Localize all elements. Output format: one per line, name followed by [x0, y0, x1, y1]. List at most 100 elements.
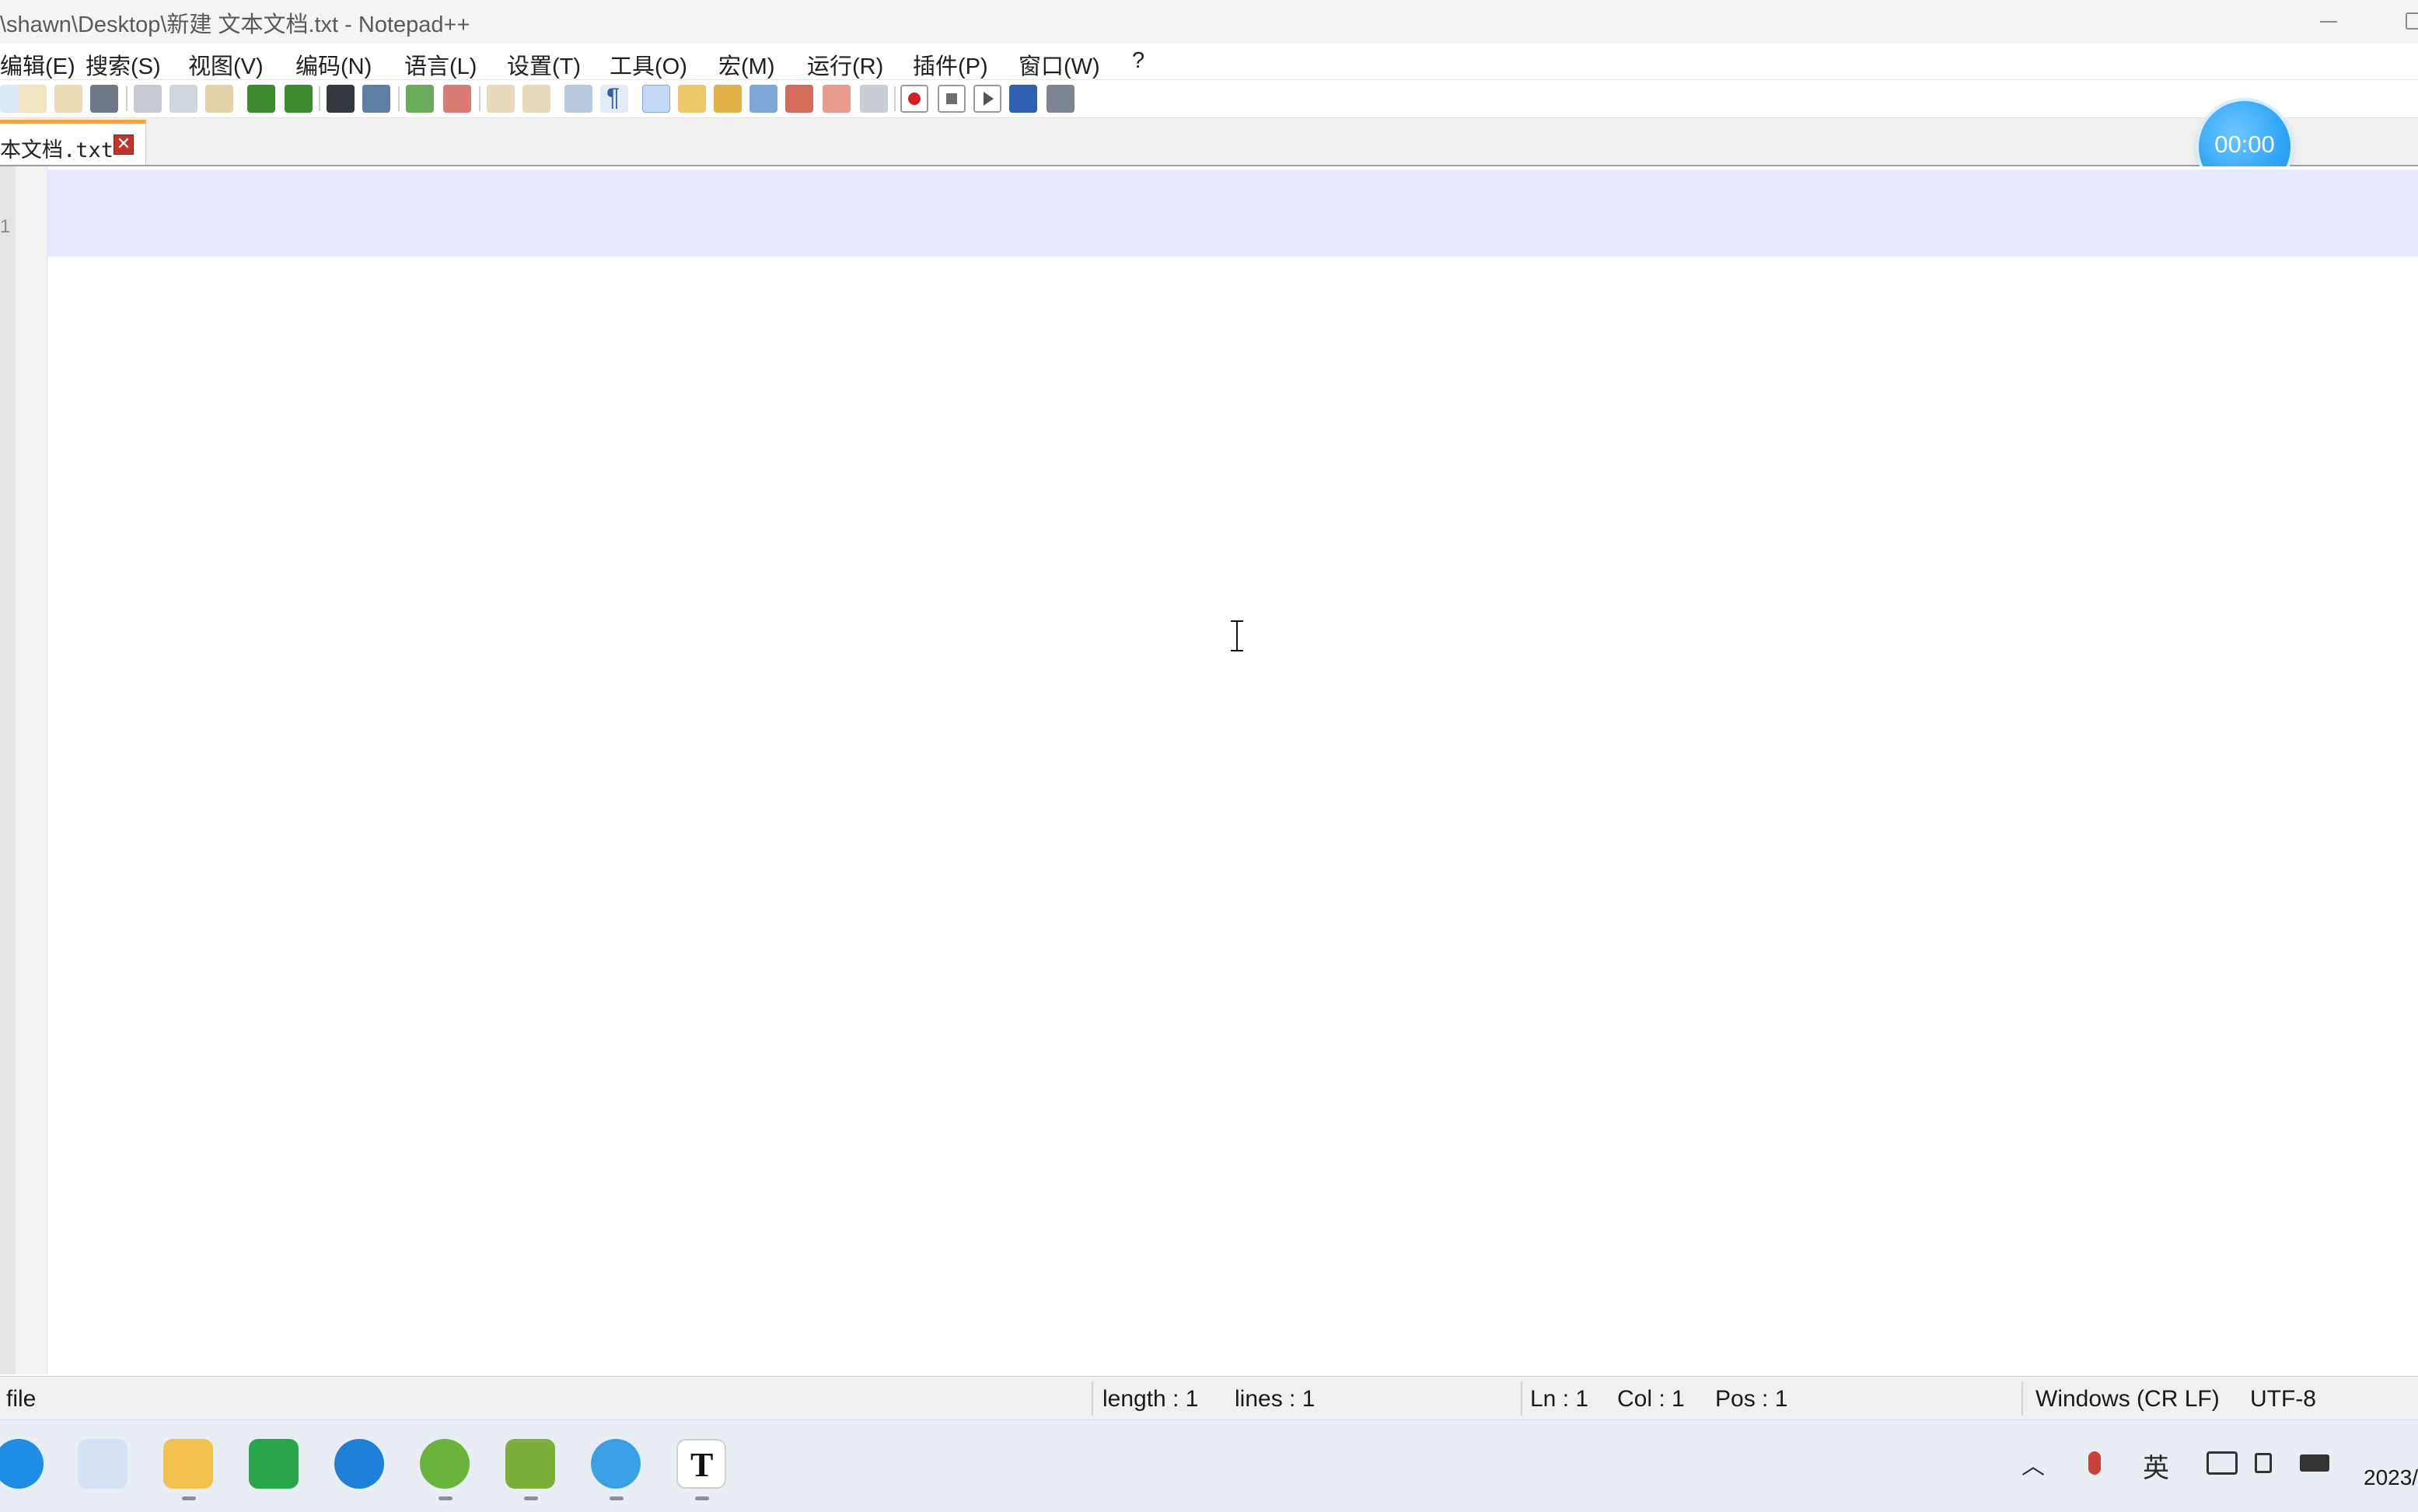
save-macro-icon[interactable]	[1047, 85, 1074, 113]
ime-indicator[interactable]: 英	[2143, 1447, 2169, 1485]
window-title: \shawn\Desktop\新建 文本文档.txt - Notepad++	[0, 12, 470, 37]
running-indicator	[610, 1496, 624, 1500]
status-separator	[2021, 1381, 2023, 1416]
show-all-chars-icon[interactable]: ¶	[600, 83, 628, 113]
toolbar-separator	[894, 86, 896, 111]
word-wrap-icon[interactable]	[564, 85, 592, 113]
copy-icon[interactable]	[169, 85, 197, 113]
minimize-icon[interactable]	[2294, 0, 2364, 44]
close-tab-icon[interactable]: ✕	[114, 134, 134, 155]
menu-language[interactable]: 语言(L)	[404, 48, 477, 81]
edge-browser-icon[interactable]	[334, 1439, 384, 1489]
status-separator	[1521, 1381, 1522, 1416]
status-bar: file length : 1 lines : 1 Ln : 1 Col : 1…	[0, 1376, 2418, 1420]
microphone-icon[interactable]	[2088, 1451, 2101, 1475]
tab-bar: 本文档.txt ✕	[0, 118, 2418, 166]
monitoring-folder-icon[interactable]	[823, 85, 851, 113]
line-number-gutter: 1	[0, 166, 16, 1374]
sync-horizontal-icon[interactable]	[522, 85, 550, 113]
running-indicator	[182, 1496, 196, 1500]
monitoring-icon[interactable]	[860, 85, 888, 113]
search-app-icon[interactable]	[0, 1439, 44, 1489]
menu-view[interactable]: 视图(V)	[188, 48, 264, 81]
battery-icon[interactable]	[2300, 1454, 2329, 1472]
volume-icon[interactable]	[2255, 1453, 2272, 1473]
toolbar-separator	[479, 86, 480, 111]
text-cursor-icon	[1228, 619, 1246, 653]
menu-settings[interactable]: 设置(T)	[507, 48, 581, 81]
doc-map-icon[interactable]	[714, 85, 742, 113]
zoom-out-icon[interactable]	[443, 85, 471, 113]
toolbar: ¶	[0, 80, 2418, 118]
paste-icon[interactable]	[205, 85, 233, 113]
menu-run[interactable]: 运行(R)	[807, 48, 883, 81]
status-col: Col : 1	[1617, 1386, 1685, 1412]
running-indicator	[439, 1496, 453, 1500]
menu-search[interactable]: 搜索(S)	[86, 48, 161, 81]
menu-bar: 编辑(E) 搜索(S) 视图(V) 编码(N) 语言(L) 设置(T) 工具(O…	[0, 44, 2418, 80]
status-lines: lines : 1	[1235, 1386, 1316, 1412]
play-triangle	[984, 92, 994, 106]
editor-area[interactable]: 1	[0, 166, 2418, 1374]
menu-plugins[interactable]: 插件(P)	[913, 48, 988, 81]
indent-guide-icon[interactable]	[642, 85, 670, 113]
running-indicator	[524, 1496, 538, 1500]
image-editor-icon[interactable]	[505, 1439, 555, 1489]
maximize-icon[interactable]	[2379, 0, 2418, 44]
green-leaf-app-icon[interactable]	[249, 1439, 299, 1489]
play-macro-icon[interactable]	[973, 85, 1001, 113]
fold-margin	[16, 166, 47, 1374]
record-dot	[908, 93, 921, 105]
toolbar-separator	[398, 86, 400, 111]
user-defined-lang-icon[interactable]	[678, 85, 706, 113]
cut-icon[interactable]	[134, 85, 162, 113]
pinwheel-app-icon[interactable]	[78, 1439, 128, 1489]
status-eol[interactable]: Windows (CR LF)	[2035, 1386, 2220, 1412]
menu-help[interactable]: ?	[1132, 48, 1144, 74]
stop-square	[946, 93, 957, 104]
menu-window[interactable]: 窗口(W)	[1019, 48, 1100, 81]
record-macro-icon[interactable]	[900, 85, 928, 113]
zoom-in-icon[interactable]	[406, 85, 434, 113]
stop-macro-icon[interactable]	[938, 85, 966, 113]
status-pos: Pos : 1	[1715, 1386, 1788, 1412]
taskbar: T ︿ 英 2023/	[0, 1419, 2418, 1512]
toolbar-separator	[126, 86, 128, 111]
chevron-up-icon[interactable]: ︿	[2021, 1447, 2045, 1481]
open-file-icon[interactable]	[19, 85, 47, 113]
sync-vertical-icon[interactable]	[487, 85, 515, 113]
running-indicator	[695, 1496, 709, 1500]
status-ln: Ln : 1	[1530, 1386, 1589, 1412]
menu-encoding[interactable]: 编码(N)	[295, 48, 372, 81]
utorrent-icon[interactable]	[420, 1439, 470, 1489]
print-icon[interactable]	[90, 85, 118, 113]
menu-edit[interactable]: 编辑(E)	[0, 48, 75, 81]
redo-icon[interactable]	[285, 85, 313, 113]
clock-date[interactable]: 2023/	[2364, 1465, 2418, 1490]
undo-icon[interactable]	[247, 85, 275, 113]
tab-document[interactable]: 本文档.txt ✕	[0, 120, 146, 165]
current-line-highlight	[47, 169, 2418, 257]
function-list-icon[interactable]	[750, 85, 777, 113]
pilcrow-glyph: ¶	[606, 83, 620, 111]
title-bar: \shawn\Desktop\新建 文本文档.txt - Notepad++	[0, 0, 2418, 44]
tab-label: 本文档.txt	[0, 138, 114, 162]
toolbar-separator	[319, 86, 320, 111]
status-encoding[interactable]: UTF-8	[2250, 1386, 2316, 1412]
file-explorer-icon[interactable]	[163, 1439, 213, 1489]
save-icon[interactable]	[54, 85, 82, 113]
folder-as-workspace-icon[interactable]	[785, 85, 813, 113]
typora-icon[interactable]: T	[676, 1439, 726, 1489]
menu-tools[interactable]: 工具(O)	[610, 48, 687, 81]
status-separator	[1092, 1381, 1093, 1416]
status-file-type: file	[6, 1386, 37, 1412]
timer-text: 00:00	[2214, 131, 2275, 158]
replace-icon[interactable]	[362, 85, 390, 113]
menu-macro[interactable]: 宏(M)	[718, 48, 774, 81]
line-number: 1	[0, 216, 11, 237]
find-icon[interactable]	[327, 85, 355, 113]
network-icon[interactable]	[2207, 1451, 2238, 1475]
run-macro-multiple-icon[interactable]	[1009, 85, 1037, 113]
paint-icon[interactable]	[591, 1439, 641, 1489]
typora-glyph: T	[690, 1446, 714, 1484]
